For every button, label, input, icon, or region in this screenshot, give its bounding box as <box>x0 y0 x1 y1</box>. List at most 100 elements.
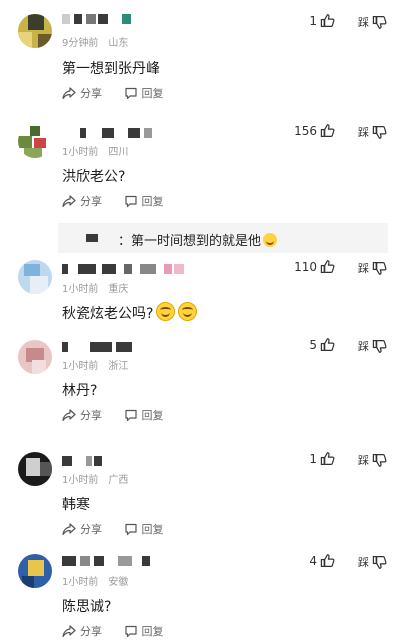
share-button[interactable]: 分享 <box>62 407 102 423</box>
share-button[interactable]: 分享 <box>62 623 102 639</box>
share-button[interactable]: 分享 <box>62 85 102 101</box>
smile-emoji-icon <box>156 302 176 321</box>
comment-text: 林丹? <box>62 383 98 399</box>
comment-time: 1小时前 <box>62 475 99 486</box>
reply-button[interactable]: 回复 <box>124 623 164 639</box>
dislike-button[interactable]: 踩 <box>358 260 387 276</box>
like-button[interactable]: 4 <box>309 553 335 568</box>
reply-button[interactable]: 回复 <box>124 521 164 537</box>
thumbs-down-icon <box>372 125 387 140</box>
share-label: 分享 <box>80 87 102 100</box>
dislike-label: 踩 <box>358 16 369 29</box>
comment-location: 四川 <box>108 147 129 158</box>
thumbs-down-icon <box>372 453 387 468</box>
comment-time: 1小时前 <box>62 147 99 158</box>
dislike-label: 踩 <box>358 340 369 353</box>
like-count: 4 <box>309 553 317 568</box>
laughing-emoji-icon <box>263 233 278 247</box>
comment-text: 洪欣老公? <box>62 169 126 185</box>
comment-icon <box>124 194 138 208</box>
dislike-button[interactable]: 踩 <box>358 124 387 140</box>
comment-text: 陈思诚? <box>62 599 112 615</box>
share-button[interactable]: 分享 <box>62 521 102 537</box>
thumbs-up-icon <box>320 451 335 466</box>
like-button[interactable]: 1 <box>309 13 335 28</box>
share-button[interactable]: 分享 <box>62 193 102 209</box>
comment-meta: 9分钟前 山东 <box>62 34 128 49</box>
avatar[interactable] <box>18 340 52 374</box>
thumbs-up-icon <box>320 13 335 28</box>
avatar[interactable] <box>18 124 52 158</box>
comment-time: 1小时前 <box>62 284 99 295</box>
share-icon <box>62 194 76 208</box>
like-count: 156 <box>294 123 317 138</box>
thumbs-down-icon <box>372 555 387 570</box>
dislike-label: 踩 <box>358 262 369 275</box>
comment-actions: 分享 回复 <box>62 85 182 103</box>
like-button[interactable]: 5 <box>309 337 335 352</box>
reply-label: 回复 <box>141 625 164 638</box>
share-label: 分享 <box>80 195 102 208</box>
reply-button[interactable]: 回复 <box>124 193 164 209</box>
like-button[interactable]: 1 <box>309 451 335 466</box>
comment-location: 山东 <box>108 38 129 49</box>
share-icon <box>62 86 76 100</box>
comment-text: 韩寒 <box>62 497 90 513</box>
smile-emoji-icon <box>178 302 198 321</box>
avatar[interactable] <box>18 452 52 486</box>
thumbs-up-icon <box>320 123 335 138</box>
comment-meta: 1小时前 广西 <box>62 471 128 486</box>
comment-icon <box>124 624 138 638</box>
comment-actions: 分享 回复 <box>62 407 182 425</box>
comment-location: 安徽 <box>108 577 129 588</box>
comment-icon <box>124 408 138 422</box>
dislike-label: 踩 <box>358 556 369 569</box>
like-count: 110 <box>294 259 317 274</box>
thumbs-down-icon <box>372 261 387 276</box>
comment-meta: 1小时前 重庆 <box>62 280 128 295</box>
reply-label: 回复 <box>141 87 164 100</box>
thumbs-down-icon <box>372 339 387 354</box>
share-label: 分享 <box>80 625 102 638</box>
reply-label: 回复 <box>141 195 164 208</box>
comment-location: 重庆 <box>108 284 129 295</box>
avatar[interactable] <box>18 260 52 294</box>
like-count: 1 <box>309 451 317 466</box>
comment-actions: 分享 回复 <box>62 623 182 641</box>
reply-label: 回复 <box>141 523 164 536</box>
thumbs-up-icon <box>320 337 335 352</box>
comment-meta: 1小时前 浙江 <box>62 357 128 372</box>
reply-button[interactable]: 回复 <box>124 85 164 101</box>
thumbs-down-icon <box>372 15 387 30</box>
avatar[interactable] <box>18 554 52 588</box>
reply-username-redacted <box>86 234 98 242</box>
thumbs-up-icon <box>320 259 335 274</box>
dislike-button[interactable]: 踩 <box>358 452 387 468</box>
dislike-label: 踩 <box>358 126 369 139</box>
dislike-button[interactable]: 踩 <box>358 338 387 354</box>
reply-preview[interactable]: ：第一时间想到的就是他 <box>58 223 388 253</box>
comment-meta: 1小时前 四川 <box>62 143 128 158</box>
share-icon <box>62 408 76 422</box>
comment-time: 9分钟前 <box>62 38 99 49</box>
like-button[interactable]: 110 <box>294 259 335 274</box>
comment-actions: 分享 回复 <box>62 193 182 211</box>
dislike-label: 踩 <box>358 454 369 467</box>
comment-time: 1小时前 <box>62 577 99 588</box>
dislike-button[interactable]: 踩 <box>358 554 387 570</box>
comment-text: 第一想到张丹峰 <box>62 61 160 77</box>
comment-text: 秋瓷炫老公吗? <box>62 302 198 323</box>
dislike-button[interactable]: 踩 <box>358 14 387 30</box>
share-label: 分享 <box>80 523 102 536</box>
like-button[interactable]: 156 <box>294 123 335 138</box>
avatar[interactable] <box>18 14 52 48</box>
reply-preview-text: ：第一时间想到的就是他 <box>118 230 278 249</box>
comment-actions: 分享 回复 <box>62 521 182 539</box>
comment-meta: 1小时前 安徽 <box>62 573 128 588</box>
share-icon <box>62 522 76 536</box>
share-label: 分享 <box>80 409 102 422</box>
reply-label: 回复 <box>141 409 164 422</box>
comment-icon <box>124 522 138 536</box>
comment-location: 广西 <box>108 475 129 486</box>
reply-button[interactable]: 回复 <box>124 407 164 423</box>
